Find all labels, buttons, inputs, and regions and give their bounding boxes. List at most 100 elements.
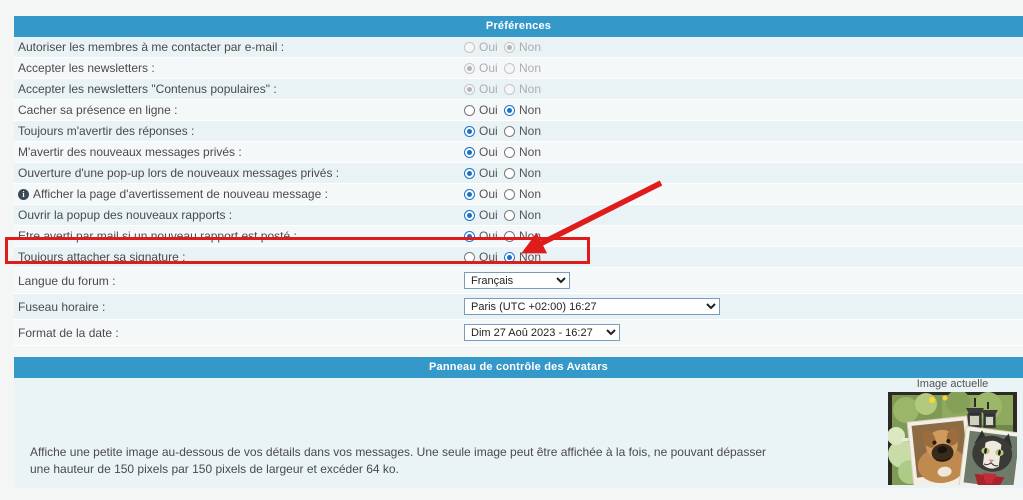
radio-oui-input[interactable]	[464, 104, 475, 116]
select-lang[interactable]: Français	[464, 272, 570, 289]
preference-row-control: Oui Non	[464, 124, 1023, 138]
preferences-panel: Préférences Autoriser les membres à me c…	[14, 16, 1023, 346]
radio-non-label: Non	[519, 229, 542, 243]
radio-option-non[interactable]: Non	[504, 250, 544, 264]
radio-non-label: Non	[519, 145, 542, 159]
preference-row-label: Accepter les newsletters "Contenus popul…	[14, 82, 464, 96]
preference-row: i Afficher la page d'avertissement de nou…	[14, 184, 1023, 205]
preference-row-label: Toujours attacher sa signature :	[14, 250, 464, 264]
radio-option-non[interactable]: Non	[504, 229, 544, 243]
radio-option-oui[interactable]: Oui	[464, 187, 504, 201]
radio-non-input[interactable]	[504, 188, 515, 200]
radio-oui-label: Oui	[479, 61, 498, 75]
radio-option-non: Non	[504, 40, 544, 54]
radio-option-oui[interactable]: Oui	[464, 229, 504, 243]
radio-option-non[interactable]: Non	[504, 124, 544, 138]
radio-option-non[interactable]: Non	[504, 208, 544, 222]
radio-non-label: Non	[519, 208, 542, 222]
preference-row: M'avertir des nouveaux messages privés :…	[14, 142, 1023, 163]
preference-row: Toujours attacher sa signature : Oui Non	[14, 247, 1023, 268]
preference-label-text: Ouvrir la popup des nouveaux rapports :	[18, 208, 233, 222]
preference-row-control: Oui Non	[464, 82, 1023, 96]
radio-option-non[interactable]: Non	[504, 166, 544, 180]
preference-select-control: Paris (UTC +02:00) 16:27	[464, 298, 1023, 315]
radio-oui-label: Oui	[479, 145, 498, 159]
radio-oui-input	[464, 83, 475, 95]
radio-oui-input[interactable]	[464, 146, 475, 158]
preference-label-text: Toujours attacher sa signature :	[18, 250, 186, 264]
radio-oui-label: Oui	[479, 208, 498, 222]
preference-row-label: Ouverture d'une pop-up lors de nouveaux …	[14, 166, 464, 180]
current-avatar-image	[888, 392, 1017, 485]
preference-select-row: Fuseau horaire : Paris (UTC +02:00) 16:27	[14, 294, 1023, 320]
preference-select-label: Fuseau horaire :	[18, 299, 106, 314]
yes-no-radio-group: Oui Non	[464, 61, 544, 75]
yes-no-radio-group: Oui Non	[464, 166, 544, 180]
select-tz[interactable]: Paris (UTC +02:00) 16:27	[464, 298, 720, 315]
radio-non-label: Non	[519, 166, 542, 180]
radio-oui-input[interactable]	[464, 125, 475, 137]
yes-no-radio-group: Oui Non	[464, 229, 544, 243]
avatars-panel-body: Affiche une petite image au-dessous de v…	[14, 378, 1023, 488]
radio-oui-input[interactable]	[464, 251, 475, 263]
radio-option-non[interactable]: Non	[504, 145, 544, 159]
preference-select-label: Format de la date :	[18, 325, 119, 340]
preference-row-control: Oui Non	[464, 166, 1023, 180]
radio-oui-input[interactable]	[464, 167, 475, 179]
radio-non-label: Non	[519, 103, 542, 117]
preference-row: Ouverture d'une pop-up lors de nouveaux …	[14, 163, 1023, 184]
preference-row-control: Oui Non	[464, 103, 1023, 117]
radio-oui-input[interactable]	[464, 230, 475, 242]
preference-row-label: Autoriser les membres à me contacter par…	[14, 40, 464, 54]
radio-non-input[interactable]	[504, 209, 515, 221]
radio-oui-label: Oui	[479, 166, 498, 180]
radio-option-oui: Oui	[464, 61, 504, 75]
preference-label-text: Ouverture d'une pop-up lors de nouveaux …	[18, 166, 340, 180]
radio-option-oui[interactable]: Oui	[464, 124, 504, 138]
preference-label-text: Afficher la page d'avertissement de nouv…	[33, 187, 328, 201]
preference-row-control: Oui Non	[464, 145, 1023, 159]
radio-oui-label: Oui	[479, 40, 498, 54]
radio-option-oui[interactable]: Oui	[464, 166, 504, 180]
radio-non-input[interactable]	[504, 146, 515, 158]
radio-option-oui[interactable]: Oui	[464, 208, 504, 222]
radio-option-oui[interactable]: Oui	[464, 145, 504, 159]
preference-row-control: Oui Non	[464, 61, 1023, 75]
preference-row-control: Oui Non	[464, 187, 1023, 201]
radio-option-oui: Oui	[464, 82, 504, 96]
preference-row-control: Oui Non	[464, 250, 1023, 264]
current-avatar-box: Image actuelle	[886, 378, 1019, 485]
avatars-panel: Panneau de contrôle des Avatars Affiche …	[14, 357, 1023, 488]
select-datefmt[interactable]: Dim 27 Aoû 2023 - 16:27	[464, 324, 620, 341]
radio-option-non[interactable]: Non	[504, 187, 544, 201]
radio-oui-input[interactable]	[464, 188, 475, 200]
preference-row: Cacher sa présence en ligne : Oui Non	[14, 100, 1023, 121]
info-icon: i	[18, 188, 29, 200]
radio-non-input[interactable]	[504, 167, 515, 179]
preference-row: Toujours m'avertir des réponses : Oui Non	[14, 121, 1023, 142]
preferences-rows-container: Autoriser les membres à me contacter par…	[14, 37, 1023, 268]
preference-row-label: Ouvrir la popup des nouveaux rapports :	[14, 208, 464, 222]
preference-row-label: Toujours m'avertir des réponses :	[14, 124, 464, 138]
preference-row: Ouvrir la popup des nouveaux rapports : O…	[14, 205, 1023, 226]
preference-row-control: Oui Non	[464, 229, 1023, 243]
radio-non-label: Non	[519, 82, 542, 96]
preference-label-text: Accepter les newsletters "Contenus popul…	[18, 82, 277, 96]
preferences-panel-title: Préférences	[14, 16, 1023, 37]
yes-no-radio-group: Oui Non	[464, 82, 544, 96]
radio-non-input[interactable]	[504, 104, 515, 116]
radio-oui-label: Oui	[479, 250, 498, 264]
preference-row-label: i Afficher la page d'avertissement de nou…	[14, 187, 464, 201]
radio-non-input[interactable]	[504, 251, 515, 263]
radio-option-non[interactable]: Non	[504, 103, 544, 117]
yes-no-radio-group: Oui Non	[464, 187, 544, 201]
radio-non-input[interactable]	[504, 230, 515, 242]
radio-non-input	[504, 62, 515, 74]
radio-option-oui[interactable]: Oui	[464, 250, 504, 264]
radio-non-label: Non	[519, 187, 542, 201]
radio-option-oui[interactable]: Oui	[464, 103, 504, 117]
preference-row-label: Cacher sa présence en ligne :	[14, 103, 464, 117]
radio-oui-input[interactable]	[464, 209, 475, 221]
radio-non-input[interactable]	[504, 125, 515, 137]
yes-no-radio-group: Oui Non	[464, 103, 544, 117]
